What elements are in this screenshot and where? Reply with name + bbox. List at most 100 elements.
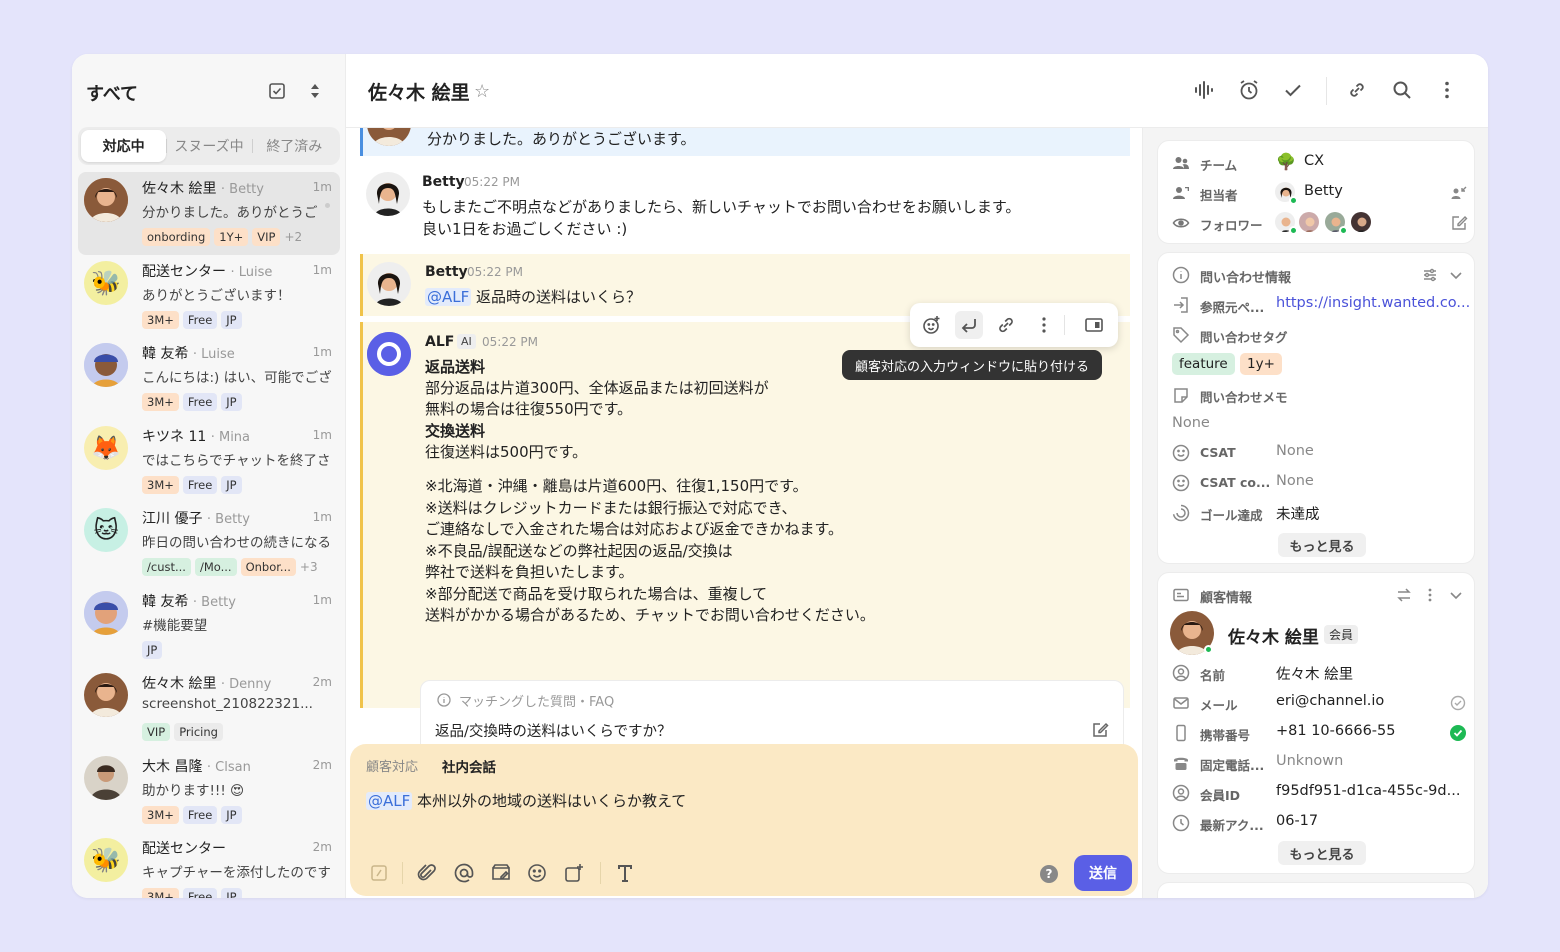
message-text: 分かりました。ありがとうございます。 [427,130,696,148]
inquiry-tag[interactable]: 1y+ [1240,353,1282,375]
conversation-item[interactable]: 韓 友希 · Luise 1m こんにちは:) はい、可能でござ 3M+ Fre… [78,337,340,420]
send-button[interactable]: 送信 [1074,855,1132,891]
csat-comment-value: None [1276,473,1314,489]
inquiry-tag[interactable]: feature [1172,353,1235,375]
conversation-item[interactable]: 🐝 配送センター · Luise 1m ありがとうございます！ 3M+ Free… [78,255,340,338]
memo-value[interactable]: None [1172,415,1210,431]
message-text: 往復送料は500円です。 [425,443,588,461]
landline-value[interactable]: Unknown [1276,753,1343,769]
online-status-dot [1289,196,1298,205]
tab-open[interactable]: 対応中 [81,130,167,162]
show-more-button[interactable]: もっと見る [1278,533,1366,557]
conversation-item[interactable]: 韓 友希 · Betty 1m #機能要望 JP [78,585,340,668]
side-panel-icon[interactable] [1080,311,1108,339]
message-text: ※部分配送で商品を受け取られた場合は、重複して [425,585,768,603]
conversation-item[interactable]: 🦊 キツネ 11 · Mina 1m ではこちらでチャットを終了さ 3M+ Fr… [78,420,340,503]
mention-icon[interactable] [453,862,475,884]
more-vertical-icon[interactable] [1422,587,1438,603]
sort-icon[interactable] [306,82,324,100]
more-vertical-icon[interactable] [1030,311,1058,339]
conversation-item[interactable]: 佐々木 絵里 · Betty 1m 分かりました。ありがとうご onbordin… [78,172,340,255]
tag: 3M+ [142,888,179,898]
check-icon[interactable] [1282,79,1304,101]
conversation-name: 韓 友希 [142,346,189,362]
avatar [84,673,128,717]
avatar [84,178,128,222]
conversation-preview: ありがとうございます！ [142,287,291,304]
paste-reply-icon[interactable] [955,311,983,339]
chevron-down-icon[interactable] [1448,587,1464,603]
search-icon[interactable] [1391,79,1413,101]
conversation-item[interactable]: 🐱 江川 優子 · Betty 1m 昨日の問い合わせの続きになる /cust.… [78,502,340,585]
emoji-icon[interactable] [526,862,548,884]
tab-internal-chat[interactable]: 社内会話 [442,756,496,776]
info-icon [437,693,451,707]
referrer-link[interactable]: https://insight.wanted.co... [1276,295,1470,311]
star-icon[interactable]: ☆ [474,81,490,102]
tag: /cust... [142,558,191,576]
tab-snoozed[interactable]: スヌーズ中 [166,130,251,162]
attach-icon[interactable] [416,862,438,884]
show-more-button[interactable]: もっと見る [1278,841,1366,865]
follower-avatar[interactable] [1350,211,1372,233]
settings-sliders-icon[interactable] [1422,267,1438,283]
link-icon[interactable] [992,311,1020,339]
divider [600,862,601,884]
mail-value[interactable]: eri@channel.io [1276,693,1384,709]
tag: Free [182,393,218,411]
app-extension-icon[interactable] [563,862,585,884]
message-text: 無料の場合は往復550円です。 [425,400,633,418]
status-tabs: 対応中 スヌーズ中 終了済み [78,127,340,165]
team-value[interactable]: CX [1304,153,1324,169]
conversation-preview: 昨日の問い合わせの続きになる [142,535,331,551]
more-tags-count: +3 [299,560,318,574]
tag: VIP [142,723,171,741]
more-tags-count: +2 [284,230,303,244]
add-reaction-icon[interactable] [918,311,946,339]
name-value[interactable]: 佐々木 絵里 [1276,663,1353,684]
tag: Pricing [174,723,223,741]
chevron-down-icon[interactable] [1448,267,1464,283]
follower-avatar[interactable] [1298,211,1320,233]
edit-icon[interactable] [1091,721,1109,739]
tag: JP [221,310,242,329]
conversation-tags: JP [142,640,163,659]
tag: Onbor... [240,558,296,576]
conversation-item[interactable]: 佐々木 絵里 · Denny 2m screenshot_210822321..… [78,667,340,750]
info-panel: チーム 🌳 CX 担当者 Betty フォロワー 問い合わせ情報 参照元ペ...… [1142,128,1488,898]
conversation-name: 配送センター [142,263,226,280]
conversation-item[interactable]: 大木 昌隆 · Clsan 2m 助かります!!! 😍 3M+ Free JP [78,750,340,833]
referrer-label: 参照元ペ... [1200,300,1265,315]
template-icon[interactable] [490,862,512,884]
conversation-item[interactable]: 🐝 配送センター 2m キャプチャーを添付したのです 3M+ Free JP [78,832,340,898]
member-id-value[interactable]: f95df951-d1ca-455c-9d... [1276,783,1460,799]
edit-icon[interactable] [1450,214,1468,232]
reassign-icon[interactable] [1450,184,1468,202]
info-icon [1172,266,1190,284]
divider [402,862,403,884]
help-icon[interactable]: ? [1040,865,1058,883]
section-heading: 返品送料 [425,358,486,376]
voice-icon[interactable] [1193,79,1215,101]
id-card-icon [1172,586,1190,604]
assignee-value[interactable]: Betty [1304,183,1343,199]
tab-closed[interactable]: 終了済み [251,130,337,162]
tag: JP [142,640,163,659]
mention[interactable]: @ALF [425,288,472,306]
conversation-assignee: · Luise [230,264,273,280]
snooze-clock-icon[interactable] [1238,79,1260,101]
conversation-time: 1m [312,262,332,277]
last-activity-value: 06-17 [1276,813,1319,829]
swap-icon[interactable] [1396,587,1412,603]
tag: JP [221,888,242,898]
select-checkbox-icon[interactable] [268,82,286,100]
composer-input[interactable]: @ALF 本州以外の地域の送料はいくらか教えて [366,790,686,811]
more-vertical-icon[interactable] [1436,79,1458,101]
phone-value[interactable]: +81 10-6666-55 [1276,723,1395,739]
link-icon[interactable] [1346,79,1368,101]
tab-customer-reply[interactable]: 顧客対応 [366,756,418,775]
text-format-icon[interactable] [614,862,636,884]
shortcut-icon[interactable] [368,862,390,884]
conversation-time: 2m [312,675,332,689]
ai-badge: AI [457,334,476,349]
